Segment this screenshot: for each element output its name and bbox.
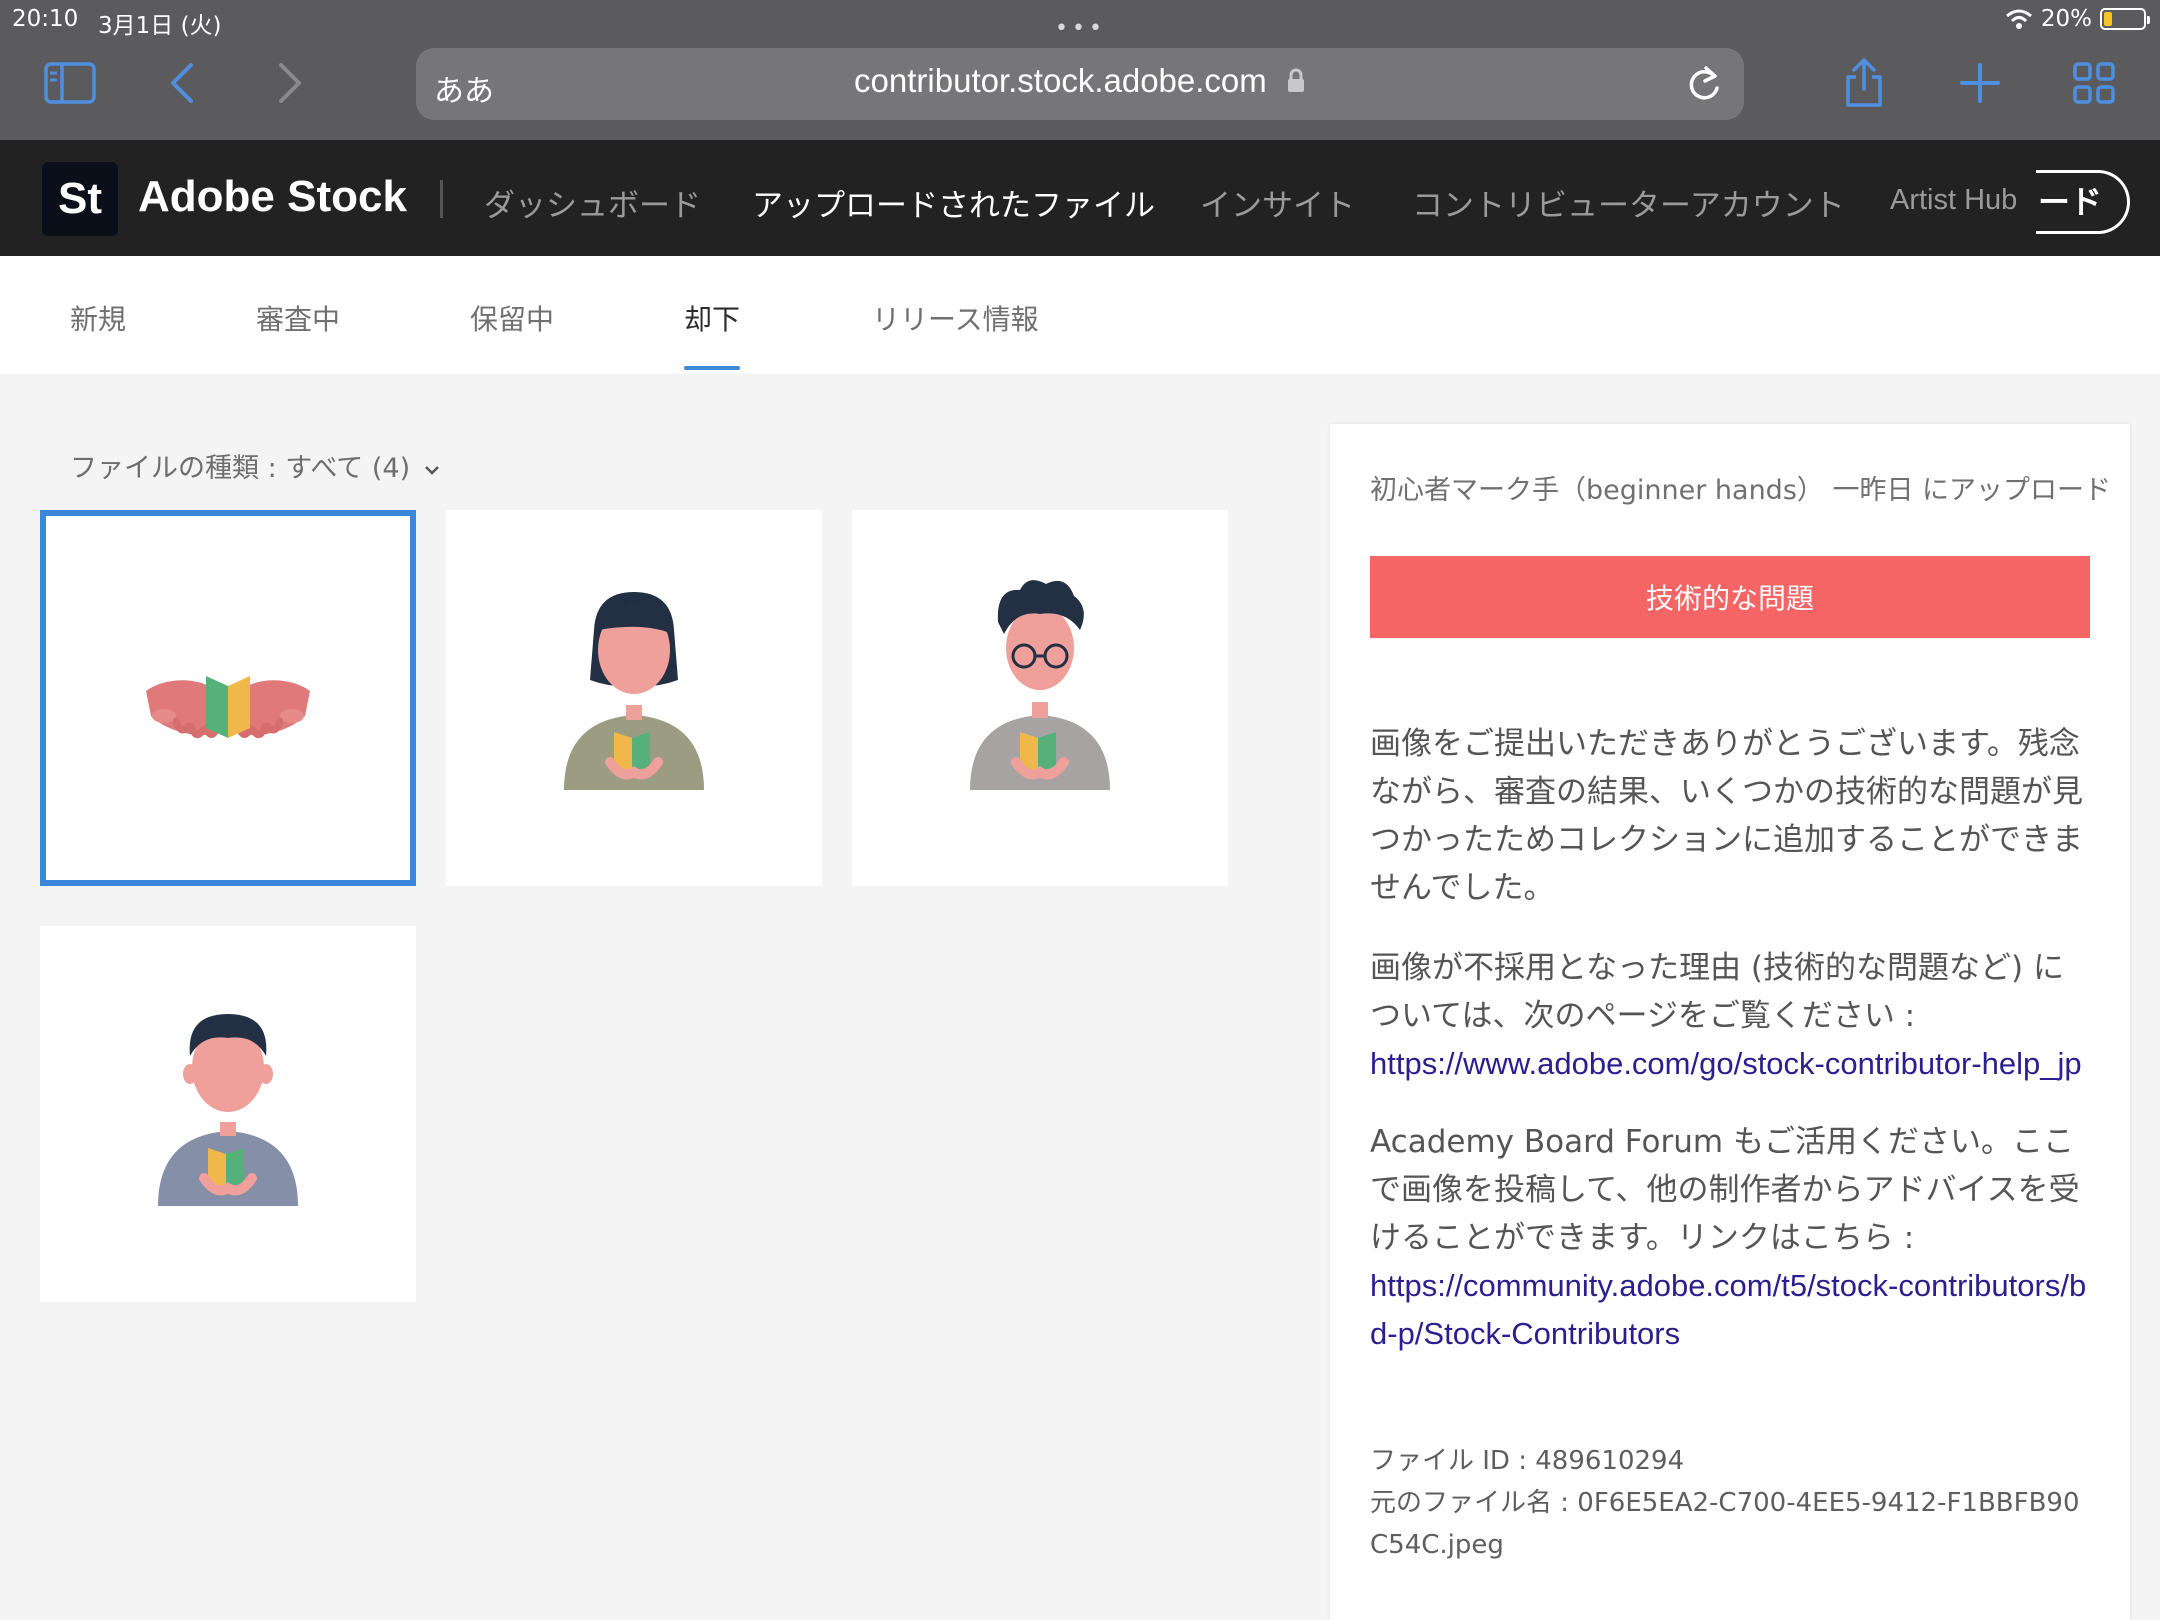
- adobe-stock-navbar: St Adobe Stock ダッシュボード アップロードされたファイル インサ…: [0, 140, 2160, 256]
- help-page-link[interactable]: https://www.adobe.com/go/stock-contribut…: [1370, 1040, 2090, 1088]
- forum-text: Academy Board Forum もご活用ください。ここで画像を投稿して、…: [1370, 1124, 2080, 1256]
- reason-help-text: 画像が不採用となった理由 (技術的な問題など) については、次のページをご覧くだ…: [1370, 950, 2064, 1034]
- rejection-detail-panel: 初心者マーク手（beginner hands） 一昨日 にアップロード 技術的な…: [1330, 424, 2130, 1620]
- upload-button[interactable]: ード: [2036, 170, 2130, 234]
- status-indicators: 20%: [2005, 6, 2150, 32]
- boy-with-mark-image: [158, 1014, 298, 1206]
- rejection-message: 画像をご提出いただきありがとうございます。残念ながら、審査の結果、いくつかの技術…: [1370, 726, 2083, 906]
- adobe-stock-logo[interactable]: St: [42, 162, 118, 236]
- tab-in-review[interactable]: 審査中: [256, 298, 340, 338]
- nav-insights[interactable]: インサイト: [1200, 180, 1355, 225]
- file-metadata: ファイル ID : 489610294 元のファイル名 : 0F6E5EA2-C…: [1370, 1440, 2090, 1566]
- file-type-filter-label: ファイルの種類 : すべて (4): [70, 453, 411, 484]
- status-tabs: 新規 審査中 保留中 却下 リリース情報: [0, 256, 2160, 374]
- chevron-down-icon: [424, 466, 439, 475]
- multitasking-dots-icon[interactable]: •••: [1055, 16, 1106, 41]
- battery-icon: [2100, 8, 2150, 30]
- share-icon[interactable]: [1836, 58, 1892, 108]
- file-id: ファイル ID : 489610294: [1370, 1446, 1685, 1476]
- tab-releases[interactable]: リリース情報: [872, 298, 1039, 338]
- sidebar-icon[interactable]: [42, 58, 98, 108]
- man-with-glasses-thumbnail[interactable]: [852, 510, 1228, 886]
- url-text: contributor.stock.adobe.com: [854, 62, 1267, 99]
- nav-contributor-account[interactable]: コントリビューターアカウント: [1412, 180, 1845, 225]
- reload-icon[interactable]: [1684, 62, 1724, 106]
- rejection-reason-badge: 技術的な問題: [1370, 556, 2090, 638]
- status-time: 20:10: [12, 6, 79, 32]
- forum-link[interactable]: https://community.adobe.com/t5/stock-con…: [1370, 1262, 2090, 1358]
- nav-divider: [440, 180, 443, 218]
- woman-with-mark-image: [564, 592, 704, 790]
- boy-with-mark-thumbnail[interactable]: [40, 926, 416, 1302]
- nav-dashboard[interactable]: ダッシュボード: [484, 180, 701, 225]
- lock-icon: [1287, 68, 1304, 92]
- tab-pending[interactable]: 保留中: [470, 298, 554, 338]
- browser-toolbar: 20:10 3月1日 (火) ••• 20% ああ contributor.st…: [0, 0, 2160, 140]
- beginner-hands-image: [146, 676, 310, 739]
- new-tab-icon[interactable]: [1952, 58, 2008, 108]
- active-tab-indicator: [684, 366, 740, 370]
- man-with-glasses-image: [970, 580, 1110, 790]
- battery-percent: 20%: [2040, 6, 2092, 32]
- reason-help-block: 画像が不採用となった理由 (技術的な問題など) については、次のページをご覧くだ…: [1370, 944, 2090, 1088]
- forward-icon[interactable]: [262, 58, 318, 108]
- original-file-name: 元のファイル名 : 0F6E5EA2-C700-4EE5-9412-F1BBFB…: [1370, 1488, 2080, 1560]
- file-title: 初心者マーク手（beginner hands） 一昨日 にアップロード: [1370, 475, 2112, 506]
- nav-artist-hub[interactable]: Artist Hub: [1890, 184, 2017, 217]
- forum-block: Academy Board Forum もご活用ください。ここで画像を投稿して、…: [1370, 1118, 2090, 1358]
- tab-rejected[interactable]: 却下: [684, 298, 740, 338]
- brand-name[interactable]: Adobe Stock: [138, 172, 407, 222]
- status-date: 3月1日 (火): [98, 13, 222, 39]
- address-bar[interactable]: ああ contributor.stock.adobe.com: [416, 48, 1744, 120]
- beginner-hands-thumbnail[interactable]: [40, 510, 416, 886]
- back-icon[interactable]: [154, 58, 210, 108]
- tab-new[interactable]: 新規: [70, 298, 126, 338]
- nav-uploaded-files[interactable]: アップロードされたファイル: [752, 180, 1155, 225]
- wifi-icon: [2005, 9, 2032, 29]
- woman-with-mark-thumbnail[interactable]: [446, 510, 822, 886]
- tabs-overview-icon[interactable]: [2066, 58, 2122, 108]
- file-type-filter[interactable]: ファイルの種類 : すべて (4): [70, 446, 441, 485]
